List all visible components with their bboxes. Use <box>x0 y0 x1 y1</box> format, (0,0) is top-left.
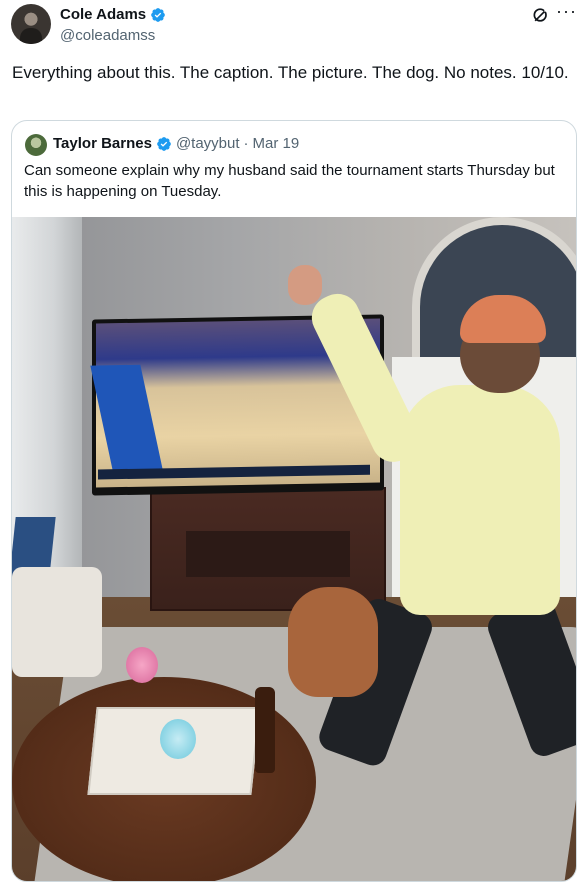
author-avatar[interactable] <box>11 4 51 44</box>
author-name-row: Cole Adams <box>60 6 166 23</box>
quoted-post-date[interactable]: Mar 19 <box>253 135 300 152</box>
verified-badge-icon <box>157 136 171 151</box>
grok-icon[interactable] <box>531 5 551 25</box>
quoted-post[interactable]: Taylor Barnes @tayybut · Mar 19 Can some… <box>11 120 577 882</box>
quoted-post-photo[interactable] <box>12 217 576 881</box>
photo-dog <box>288 587 378 697</box>
quoted-author-handle[interactable]: @tayybut <box>176 135 240 152</box>
photo-egg-pink <box>126 647 158 683</box>
post-text: Everything about this. The caption. The … <box>12 63 569 82</box>
more-icon[interactable]: ··· <box>556 1 577 22</box>
photo-bottle <box>255 687 275 773</box>
quoted-author-row: Taylor Barnes @tayybut · Mar 19 <box>53 135 299 152</box>
separator-dot: · <box>243 135 249 152</box>
photo-egg-blue <box>160 719 196 759</box>
author-name[interactable]: Cole Adams <box>60 6 146 23</box>
photo-man-hand <box>288 265 322 305</box>
author-handle[interactable]: @coleadamss <box>60 27 155 44</box>
quoted-author-name[interactable]: Taylor Barnes <box>53 135 152 152</box>
quoted-post-text: Can someone explain why my husband said … <box>24 162 555 200</box>
photo-chair <box>12 567 102 677</box>
photo-man-body <box>400 385 560 615</box>
verified-badge-icon <box>151 7 165 22</box>
quoted-author-avatar[interactable] <box>25 134 47 156</box>
